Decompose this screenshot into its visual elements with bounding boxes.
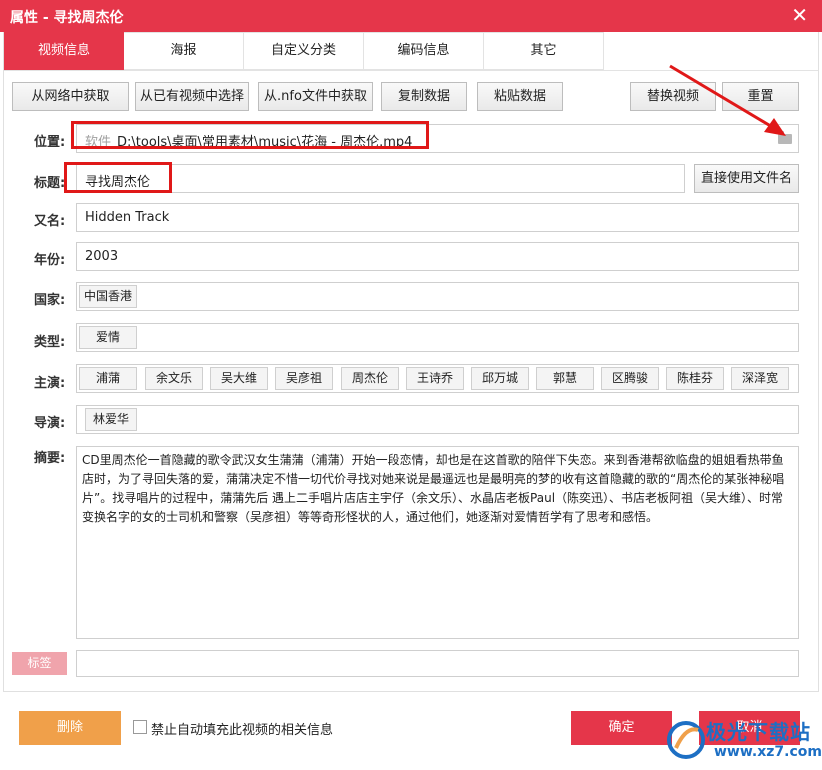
summary-label: 摘要: [34,451,66,466]
cast-chip[interactable]: 邱万城 [471,367,529,390]
watermark-text: 极光下载站 [706,720,811,744]
director-label: 导演: [34,416,66,431]
year-label: 年份: [34,253,66,268]
year-field[interactable]: 2003 [76,242,799,271]
copy-data-button[interactable]: 复制数据 [381,82,467,111]
cast-chip[interactable]: 吴大维 [210,367,268,390]
cast-chip[interactable]: 陈桂芬 [666,367,724,390]
tab-encoding-info[interactable]: 编码信息 [364,32,484,70]
disable-autofill-checkbox[interactable] [133,720,147,734]
cast-chip[interactable]: 王诗乔 [406,367,464,390]
watermark: 极光下载站 www.xz7.com [662,716,822,766]
cast-chip[interactable]: 浦蒲 [79,367,137,390]
cast-field[interactable]: 浦蒲 余文乐 吴大维 吴彦祖 周杰伦 王诗乔 邱万城 郭慧 区腾骏 陈桂芬 深泽… [76,364,799,393]
tab-bar: 视频信息 海报 自定义分类 编码信息 其它 [4,32,604,70]
select-existing-video-button[interactable]: 从已有视频中选择 [135,82,249,111]
cast-label: 主演: [34,376,66,391]
alias-label: 又名: [34,214,66,229]
paste-data-button[interactable]: 粘贴数据 [477,82,563,111]
year-value: 2003 [85,249,119,264]
country-label: 国家: [34,293,66,308]
genre-label: 类型: [34,335,66,350]
alias-value: Hidden Track [85,210,170,225]
title-label: 标题: [34,176,66,191]
tab-custom-category[interactable]: 自定义分类 [244,32,364,70]
ok-button[interactable]: 确定 [571,711,672,745]
cast-chip[interactable]: 郭慧 [536,367,594,390]
title-bar: 属性 - 寻找周杰伦 ✕ [0,0,822,32]
tag-button[interactable]: 标签 [12,652,67,675]
window-title: 属性 - 寻找周杰伦 [10,10,124,26]
tab-video-info[interactable]: 视频信息 [4,32,124,70]
genre-field[interactable]: 爱情 [76,323,799,352]
tab-poster[interactable]: 海报 [124,32,244,70]
director-chip[interactable]: 林爱华 [85,408,137,431]
cast-chip[interactable]: 深泽宽 [731,367,789,390]
country-chip[interactable]: 中国香港 [79,285,137,308]
close-icon[interactable]: ✕ [791,3,808,27]
country-field[interactable]: 中国香港 [76,282,799,311]
highlight-box-location [71,121,429,149]
delete-button[interactable]: 删除 [19,711,121,745]
director-field[interactable]: 林爱华 [76,405,799,434]
watermark-url: www.xz7.com [714,744,822,760]
highlight-box-title [64,162,172,193]
watermark-logo-icon [667,721,705,759]
summary-textarea[interactable]: CD里周杰伦一首隐藏的歌令武汉女生蒲蒲（浦蒲）开始一段恋情，却也是在这首歌的陪伴… [76,446,799,639]
annotation-arrow-icon [669,64,786,136]
fetch-from-network-button[interactable]: 从网络中获取 [12,82,129,111]
location-label: 位置: [34,135,66,150]
use-filename-button[interactable]: 直接使用文件名 [694,164,799,193]
cast-chip[interactable]: 区腾骏 [601,367,659,390]
alias-field[interactable]: Hidden Track [76,203,799,232]
cast-chip[interactable]: 吴彦祖 [275,367,333,390]
genre-chip[interactable]: 爱情 [79,326,137,349]
cast-chip[interactable]: 周杰伦 [341,367,399,390]
cast-chip[interactable]: 余文乐 [145,367,203,390]
tab-other[interactable]: 其它 [484,32,604,70]
disable-autofill-label: 禁止自动填充此视频的相关信息 [151,723,334,738]
tag-input[interactable] [76,650,799,677]
fetch-from-nfo-button[interactable]: 从.nfo文件中获取 [258,82,373,111]
